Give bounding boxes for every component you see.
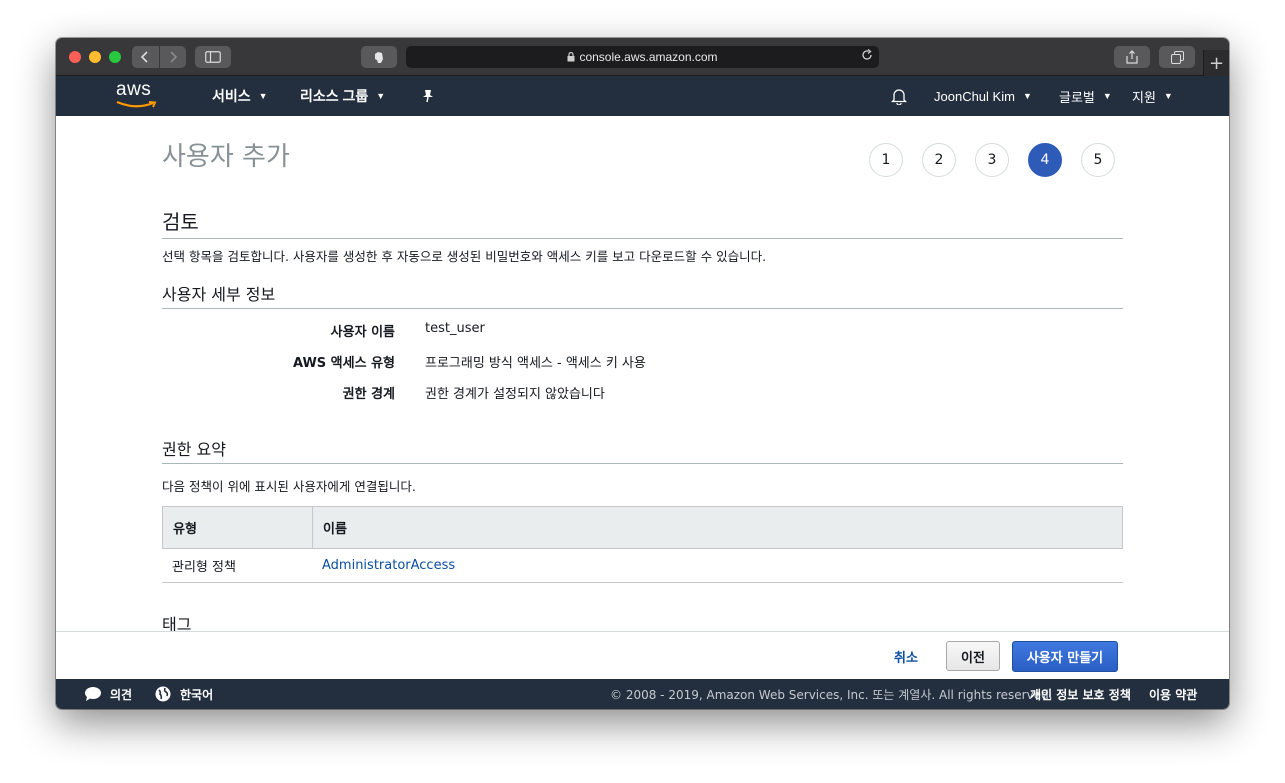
services-label: 서비스 bbox=[212, 88, 251, 104]
chevron-down-icon: ▼ bbox=[258, 91, 268, 101]
browser-toolbar: console.aws.amazon.com + bbox=[56, 38, 1229, 76]
extension-button[interactable] bbox=[361, 46, 397, 68]
detail-label: AWS 액세스 유형 bbox=[292, 356, 395, 371]
support-label: 지원 bbox=[1132, 89, 1156, 105]
minimize-window-button[interactable] bbox=[89, 51, 101, 63]
privacy-policy-link[interactable]: 개인 정보 보호 정책 bbox=[1030, 679, 1131, 709]
console-footer: 의견 한국어 © 2008 - 2019, Amazon Web Service… bbox=[56, 679, 1229, 709]
browser-window: console.aws.amazon.com + aws 서비스 ▼ 리소스 그… bbox=[56, 38, 1229, 709]
chevron-down-icon: ▼ bbox=[1163, 91, 1173, 101]
language-label: 한국어 bbox=[180, 687, 214, 702]
step-3[interactable]: 3 bbox=[975, 143, 1009, 177]
table-header: 유형 이름 bbox=[162, 506, 1123, 549]
language-selector[interactable]: 한국어 bbox=[155, 679, 213, 709]
aws-smile-icon bbox=[116, 101, 157, 108]
user-details-heading: 사용자 세부 정보 bbox=[162, 285, 276, 304]
column-header-type: 유형 bbox=[163, 507, 313, 548]
pin-button[interactable] bbox=[422, 76, 434, 116]
resource-groups-label: 리소스 그룹 bbox=[300, 88, 369, 104]
sidebar-icon bbox=[205, 51, 221, 63]
pin-icon bbox=[423, 90, 433, 103]
policy-name-link[interactable]: AdministratorAccess bbox=[312, 549, 455, 582]
chevron-down-icon: ▼ bbox=[376, 91, 386, 101]
page-title: 사용자 추가 bbox=[162, 142, 290, 172]
create-user-button[interactable]: 사용자 만들기 bbox=[1012, 641, 1118, 672]
detail-value: 프로그래밍 방식 액세스 - 액세스 키 사용 bbox=[425, 356, 646, 371]
divider bbox=[162, 238, 1123, 239]
support-menu[interactable]: 지원 ▼ bbox=[1132, 76, 1173, 116]
globe-icon bbox=[155, 686, 171, 702]
account-menu[interactable]: JoonChul Kim ▼ bbox=[934, 76, 1032, 116]
step-5[interactable]: 5 bbox=[1081, 143, 1115, 177]
aws-logo[interactable]: aws bbox=[116, 79, 160, 109]
tags-heading: 태그 bbox=[162, 615, 192, 631]
main-content: 사용자 추가 1 2 3 4 5 검토 선택 항목을 검토합니다. 사용자를 생… bbox=[56, 116, 1229, 631]
divider bbox=[162, 463, 1123, 464]
policy-type: 관리형 정책 bbox=[172, 560, 236, 575]
tabs-icon bbox=[1170, 50, 1184, 64]
cancel-button[interactable]: 취소 bbox=[894, 647, 918, 666]
history-nav bbox=[132, 46, 186, 68]
detail-value: 권한 경계가 설정되지 않았습니다 bbox=[425, 387, 605, 402]
chevron-right-icon bbox=[170, 51, 177, 63]
wizard-steps: 1 2 3 4 5 bbox=[869, 143, 1134, 177]
notifications-button[interactable] bbox=[891, 76, 907, 116]
tabs-overview-button[interactable] bbox=[1159, 46, 1195, 68]
share-button[interactable] bbox=[1114, 46, 1150, 68]
feedback-label: 의견 bbox=[110, 687, 133, 702]
evernote-icon bbox=[375, 51, 383, 63]
aws-nav-bar: aws 서비스 ▼ 리소스 그룹 ▼ JoonChul Kim ▼ 글로벌 ▼ bbox=[56, 76, 1229, 116]
step-2[interactable]: 2 bbox=[922, 143, 956, 177]
bell-icon bbox=[891, 89, 907, 105]
detail-label: 권한 경계 bbox=[342, 387, 395, 402]
permissions-description: 다음 정책이 위에 표시된 사용자에게 연결됩니다. bbox=[162, 479, 416, 494]
aws-logo-text: aws bbox=[116, 79, 152, 100]
reload-icon[interactable] bbox=[861, 49, 873, 61]
column-header-name: 이름 bbox=[323, 522, 347, 537]
review-description: 선택 항목을 검토합니다. 사용자를 생성한 후 자동으로 생성된 비밀번호와 … bbox=[162, 249, 767, 264]
wizard-action-bar: 취소 이전 사용자 만들기 bbox=[56, 631, 1229, 679]
table-row: 관리형 정책 AdministratorAccess bbox=[162, 549, 1123, 583]
close-window-button[interactable] bbox=[69, 51, 81, 63]
feedback-link[interactable]: 의견 bbox=[84, 679, 132, 709]
url-text: console.aws.amazon.com bbox=[579, 50, 718, 64]
share-icon bbox=[1126, 50, 1138, 64]
region-label: 글로벌 bbox=[1059, 89, 1095, 105]
terms-link[interactable]: 이용 약관 bbox=[1149, 679, 1197, 709]
lock-icon bbox=[567, 52, 575, 62]
forward-button[interactable] bbox=[158, 46, 186, 68]
resource-groups-menu[interactable]: 리소스 그룹 ▼ bbox=[300, 76, 385, 116]
review-heading: 검토 bbox=[162, 210, 199, 234]
speech-bubble-icon bbox=[85, 687, 101, 701]
detail-value: test_user bbox=[425, 321, 485, 336]
services-menu[interactable]: 서비스 ▼ bbox=[212, 76, 268, 116]
zoom-window-button[interactable] bbox=[109, 51, 121, 63]
chevron-left-icon bbox=[141, 51, 148, 63]
copyright-text: © 2008 - 2019, Amazon Web Services, Inc.… bbox=[610, 687, 1053, 702]
previous-button[interactable]: 이전 bbox=[946, 641, 1000, 671]
policy-table: 유형 이름 관리형 정책 AdministratorAccess bbox=[162, 506, 1123, 583]
detail-label: 사용자 이름 bbox=[330, 325, 395, 340]
chevron-down-icon: ▼ bbox=[1022, 91, 1032, 101]
divider bbox=[162, 308, 1123, 309]
permissions-summary-heading: 권한 요약 bbox=[162, 440, 226, 459]
plus-icon: + bbox=[1208, 52, 1225, 74]
chevron-down-icon: ▼ bbox=[1102, 91, 1112, 101]
account-name: JoonChul Kim bbox=[934, 88, 1015, 104]
new-tab-button[interactable]: + bbox=[1203, 50, 1229, 76]
region-menu[interactable]: 글로벌 ▼ bbox=[1059, 76, 1112, 116]
address-bar[interactable]: console.aws.amazon.com bbox=[406, 46, 879, 68]
step-1[interactable]: 1 bbox=[869, 143, 903, 177]
back-button[interactable] bbox=[132, 46, 159, 68]
step-4[interactable]: 4 bbox=[1028, 143, 1062, 177]
sidebar-button[interactable] bbox=[195, 46, 231, 68]
